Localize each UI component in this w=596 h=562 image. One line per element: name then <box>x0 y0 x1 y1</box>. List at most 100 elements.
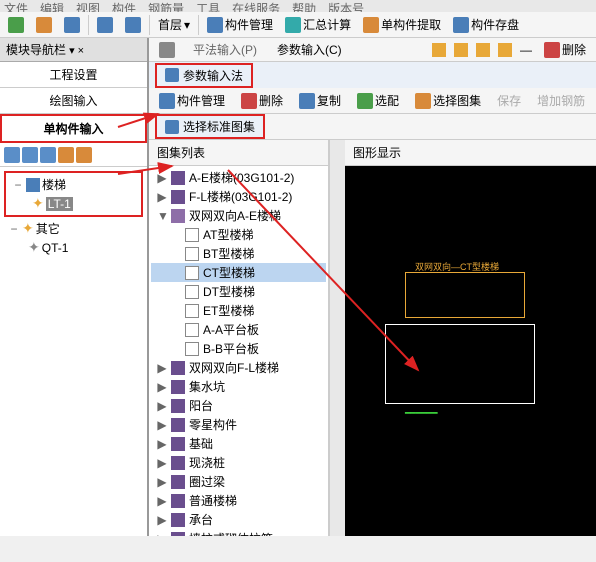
gallery-item[interactable]: CT型楼梯 <box>151 263 326 282</box>
tree-qt1[interactable]: ✦QT-1 <box>4 238 143 257</box>
menu-help[interactable]: 帮助 <box>292 0 316 12</box>
tool-open[interactable] <box>32 15 56 35</box>
pg-icon <box>185 342 199 356</box>
nav-tab-draw[interactable]: 绘图输入 <box>0 88 147 114</box>
tab-flat[interactable]: 平法输入(P) <box>187 39 263 60</box>
gallery-item[interactable]: ▶墙柱或砌体拉筋 <box>151 529 326 536</box>
play-first[interactable] <box>432 43 446 57</box>
gallery-item[interactable]: ▼双网双向A-E楼梯 <box>151 206 326 225</box>
menu-online[interactable]: 在线服务 <box>232 0 280 12</box>
tab-param[interactable]: 参数输入(C) <box>271 39 348 60</box>
item-label: 基础 <box>189 435 213 452</box>
pg-icon <box>185 247 199 261</box>
sub-copy[interactable]: 复制 <box>295 90 345 111</box>
tree-lt1[interactable]: ✦LT-1 <box>8 194 139 213</box>
playbar: — 删除 <box>432 39 590 60</box>
nav-tab-single[interactable]: 单构件输入 <box>0 114 147 143</box>
sub-toolbar: 构件管理 删除 复制 选配 选择图集 保存 增加钢筋 <box>149 88 596 114</box>
tool-redo[interactable] <box>121 15 145 35</box>
gallery-item[interactable]: BT型楼梯 <box>151 244 326 263</box>
tree-stair[interactable]: −楼梯 <box>8 175 139 194</box>
gallery-item[interactable]: ▶集水坑 <box>151 377 326 396</box>
tool-undo[interactable] <box>93 15 117 35</box>
book-icon <box>171 475 185 489</box>
menu-view[interactable]: 视图 <box>76 0 100 12</box>
gallery-item[interactable]: AT型楼梯 <box>151 225 326 244</box>
tool-sum-calc[interactable]: 汇总计算 <box>281 14 355 35</box>
gallery-item[interactable]: ▶ 零星构件 <box>151 415 326 434</box>
gallery-item[interactable]: ▶阳台 <box>151 396 326 415</box>
gallery-item[interactable]: ▶承台 <box>151 510 326 529</box>
menu-version[interactable]: 版本号 <box>328 0 364 12</box>
tree-other[interactable]: −✦其它 <box>4 219 143 238</box>
gallery-item[interactable]: ▶双网双向F-L楼梯 <box>151 358 326 377</box>
item-label: 阳台 <box>189 397 213 414</box>
tool-new[interactable] <box>4 15 28 35</box>
input-tabs: 平法输入(P) 参数输入(C) — 删除 <box>149 38 596 62</box>
gallery-item[interactable]: DT型楼梯 <box>151 282 326 301</box>
tree-stair-group: −楼梯 ✦LT-1 <box>4 171 143 217</box>
item-label: 双网双向A-E楼梯 <box>189 207 281 224</box>
gallery-item[interactable]: B-B平台板 <box>151 339 326 358</box>
book-icon <box>171 418 185 432</box>
star-icon: ✦ <box>28 239 40 256</box>
cad-preview[interactable]: 双网双向—CT型楼梯 ━━━━━━ <box>345 166 596 536</box>
content-area: 平法输入(P) 参数输入(C) — 删除 参数输入法 构件管理 删除 复制 选配… <box>148 38 596 536</box>
delete-btn[interactable]: 删除 <box>540 39 590 60</box>
star-icon: ✦ <box>32 195 44 212</box>
gallery-list[interactable]: ▶A-E楼梯(03G101-2)▶F-L楼梯(03G101-2)▼双网双向A-E… <box>149 166 328 536</box>
expand-icon: ▶ <box>157 532 167 537</box>
menubar: 文件 编辑 视图 构件 钢筋量 工具 在线服务 帮助 版本号 <box>0 0 596 12</box>
menu-edit[interactable]: 编辑 <box>40 0 64 12</box>
tab-tool-icon[interactable] <box>155 40 179 60</box>
gallery-item[interactable]: ▶F-L楼梯(03G101-2) <box>151 187 326 206</box>
gallery-item[interactable]: ▶普通楼梯 <box>151 491 326 510</box>
ob-icon <box>171 209 185 223</box>
mini-tool-1[interactable] <box>4 147 20 163</box>
gallery-item[interactable]: ET型楼梯 <box>151 301 326 320</box>
tool-save[interactable] <box>60 15 84 35</box>
sub-del[interactable]: 删除 <box>237 90 287 111</box>
menu-rebar[interactable]: 钢筋量 <box>148 0 184 12</box>
book-icon <box>171 361 185 375</box>
gallery-item[interactable]: ▶基础 <box>151 434 326 453</box>
menu-file[interactable]: 文件 <box>4 0 28 12</box>
menu-tools[interactable]: 工具 <box>196 0 220 12</box>
gallery-item[interactable]: ▶圈过梁 <box>151 472 326 491</box>
mini-tool-5[interactable] <box>76 147 92 163</box>
expand-icon: ▶ <box>157 494 167 508</box>
tool-component-mgr[interactable]: 构件管理 <box>203 14 277 35</box>
menu-component[interactable]: 构件 <box>112 0 136 12</box>
mini-tool-3[interactable] <box>40 147 56 163</box>
gallery-list-title: 图集列表 <box>149 140 328 166</box>
gallery-item[interactable]: A-A平台板 <box>151 320 326 339</box>
sub-gallery[interactable]: 选择图集 <box>411 90 485 111</box>
sub-match[interactable]: 选配 <box>353 90 403 111</box>
item-label: 零星构件 <box>189 416 237 433</box>
expand-icon: ▶ <box>157 418 167 432</box>
tool-extract[interactable]: 单构件提取 <box>359 14 445 35</box>
book-icon <box>171 532 185 537</box>
gallery-item[interactable]: ▶A-E楼梯(03G101-2) <box>151 168 326 187</box>
sidebar-tree: −楼梯 ✦LT-1 −✦其它 ✦QT-1 <box>0 167 147 536</box>
expand-icon: ▶ <box>157 475 167 489</box>
mini-tool-4[interactable] <box>58 147 74 163</box>
play-sep: — <box>520 43 532 57</box>
play-prev[interactable] <box>454 43 468 57</box>
book-icon <box>171 437 185 451</box>
list-scrollbar[interactable] <box>329 140 345 536</box>
mini-tool-2[interactable] <box>22 147 38 163</box>
book-icon <box>171 513 185 527</box>
tool-savecomp[interactable]: 构件存盘 <box>449 14 523 35</box>
play-next[interactable] <box>476 43 490 57</box>
cad-note: ━━━━━━ <box>405 408 438 419</box>
gallery-item[interactable]: ▶现浇桩 <box>151 453 326 472</box>
del-icon <box>241 93 257 109</box>
play-last[interactable] <box>498 43 512 57</box>
sub-mgr[interactable]: 构件管理 <box>155 90 229 111</box>
nav-tab-project[interactable]: 工程设置 <box>0 62 147 88</box>
preview-title: 图形显示 <box>345 140 596 166</box>
book-icon <box>171 456 185 470</box>
floor-selector[interactable]: 首层 ▾ <box>154 14 194 35</box>
sub-header2: 选择标准图集 <box>149 114 596 140</box>
